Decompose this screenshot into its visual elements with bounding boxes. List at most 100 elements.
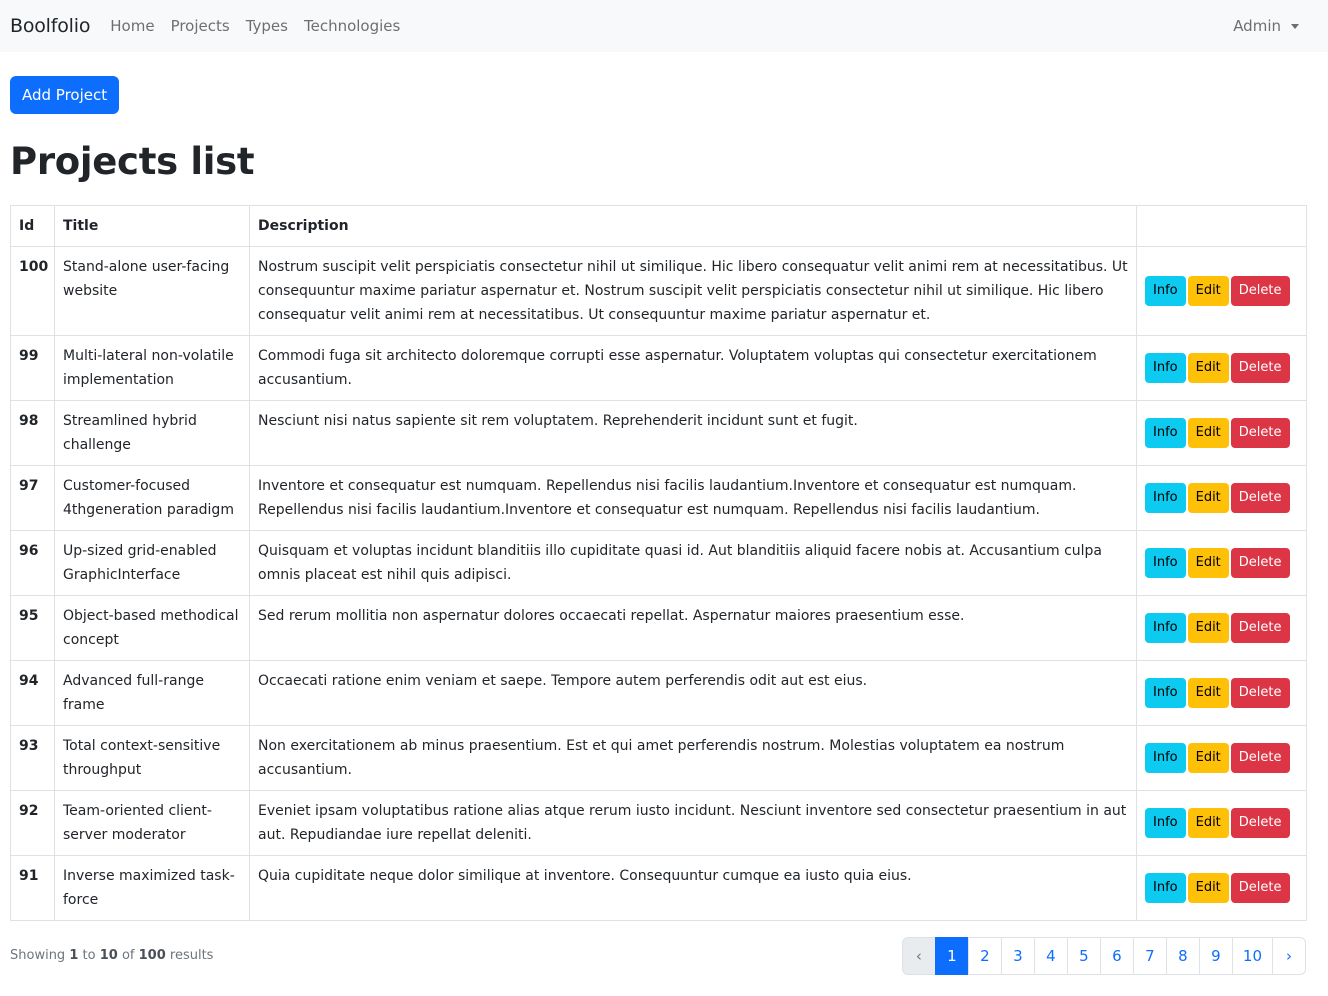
showing-of-word: of (121, 948, 135, 964)
project-description: Eveniet ipsam voluptatibus ratione alias… (249, 789, 1137, 856)
pagination-page[interactable]: 3 (1000, 936, 1035, 975)
pagination: ‹ 1 2 3 4 5 6 7 8 9 10 › (901, 936, 1306, 975)
project-title: Team-oriented client-server moderator (54, 789, 250, 856)
info-button[interactable]: Info (1145, 352, 1186, 383)
pagination-page[interactable]: 5 (1066, 936, 1101, 975)
project-title: Total context-sensitive throughput (54, 724, 250, 791)
project-id: 93 (10, 724, 55, 791)
brand-link[interactable]: Boolfolio (10, 15, 90, 37)
page-title: Projects list (10, 140, 255, 183)
delete-button[interactable]: Delete (1230, 742, 1290, 773)
nav-link-home[interactable]: Home (106, 17, 158, 35)
row-actions: Info Edit Delete (1136, 854, 1307, 921)
pagination-page[interactable]: 1 (934, 936, 969, 975)
column-header-id: Id (10, 204, 55, 247)
row-actions: Info Edit Delete (1136, 334, 1307, 401)
info-button[interactable]: Info (1145, 612, 1186, 643)
table-row: 97 Customer-focused 4thgeneration paradig… (10, 464, 1307, 531)
delete-button[interactable]: Delete (1230, 275, 1290, 306)
showing-to: 10 (99, 948, 118, 964)
edit-button[interactable]: Edit (1187, 742, 1229, 773)
top-navbar: Boolfolio Home Projects Types Technologi… (0, 0, 1328, 52)
pagination-page[interactable]: 4 (1033, 936, 1068, 975)
info-button[interactable]: Info (1145, 275, 1186, 306)
project-id: 98 (10, 399, 55, 466)
nav-link-projects[interactable]: Projects (167, 17, 234, 35)
row-actions: Info Edit Delete (1136, 399, 1307, 466)
info-button[interactable]: Info (1145, 807, 1186, 838)
delete-button[interactable]: Delete (1230, 417, 1290, 448)
pagination-next[interactable]: › (1272, 936, 1306, 975)
row-actions: Info Edit Delete (1136, 659, 1307, 726)
pagination-page[interactable]: 6 (1099, 936, 1134, 975)
results-summary: Showing 1 to 10 of 100 results (10, 948, 213, 963)
project-title: Up-sized grid-enabled GraphicInterface (54, 529, 250, 596)
edit-button[interactable]: Edit (1187, 677, 1229, 708)
column-header-description: Description (249, 204, 1137, 247)
table-row: 99 Multi-lateral non-volatile implementat… (10, 334, 1307, 401)
table-row: 93 Total context-sensitive throughput Non … (10, 724, 1307, 791)
pagination-page[interactable]: 9 (1198, 936, 1233, 975)
column-header-actions (1136, 204, 1307, 247)
nav-link-technologies[interactable]: Technologies (300, 17, 404, 35)
info-button[interactable]: Info (1145, 677, 1186, 708)
edit-button[interactable]: Edit (1187, 352, 1229, 383)
delete-button[interactable]: Delete (1230, 872, 1290, 903)
nav-link-types[interactable]: Types (242, 17, 292, 35)
project-id: 94 (10, 659, 55, 726)
delete-button[interactable]: Delete (1230, 352, 1290, 383)
project-id: 97 (10, 464, 55, 531)
row-actions: Info Edit Delete (1136, 529, 1307, 596)
project-title: Streamlined hybrid challenge (54, 399, 250, 466)
edit-button[interactable]: Edit (1187, 612, 1229, 643)
chevron-down-icon (1291, 23, 1299, 29)
project-id: 92 (10, 789, 55, 856)
table-row: 95 Object-based methodical concept Sed rer… (10, 594, 1307, 661)
user-dropdown[interactable]: Admin (1233, 17, 1299, 35)
project-description: Quia cupiditate neque dolor similique at… (249, 854, 1137, 921)
info-button[interactable]: Info (1145, 482, 1186, 513)
table-row: 96 Up-sized grid-enabled GraphicInterface… (10, 529, 1307, 596)
table-row: 100 Stand-alone user-facing website Nostru… (10, 245, 1307, 336)
pagination-page[interactable]: 10 (1231, 936, 1273, 975)
column-header-title: Title (54, 204, 250, 247)
project-title: Inverse maximized task-force (54, 854, 250, 921)
edit-button[interactable]: Edit (1187, 482, 1229, 513)
edit-button[interactable]: Edit (1187, 417, 1229, 448)
row-actions: Info Edit Delete (1136, 594, 1307, 661)
main-content: Add Project Projects list Id Title Descr… (0, 52, 1328, 975)
info-button[interactable]: Info (1145, 872, 1186, 903)
delete-button[interactable]: Delete (1230, 807, 1290, 838)
project-id: 99 (10, 334, 55, 401)
project-description: Occaecati ratione enim veniam et saepe. … (249, 659, 1137, 726)
pagination-prev[interactable]: ‹ (901, 936, 936, 975)
pagination-page[interactable]: 7 (1132, 936, 1167, 975)
pagination-page[interactable]: 2 (967, 936, 1002, 975)
project-title: Stand-alone user-facing website (54, 245, 250, 336)
table-row: 92 Team-oriented client-server moderator E… (10, 789, 1307, 856)
table-footer: Showing 1 to 10 of 100 results ‹ 1 2 3 4 5 6 7 8… (10, 936, 1306, 975)
showing-from: 1 (69, 948, 79, 964)
edit-button[interactable]: Edit (1187, 547, 1229, 578)
delete-button[interactable]: Delete (1230, 612, 1290, 643)
table-header-row: Id Title Description (10, 204, 1307, 247)
add-project-button[interactable]: Add Project (10, 76, 120, 114)
edit-button[interactable]: Edit (1187, 275, 1229, 306)
delete-button[interactable]: Delete (1230, 482, 1290, 513)
delete-button[interactable]: Delete (1230, 677, 1290, 708)
row-actions: Info Edit Delete (1136, 464, 1307, 531)
delete-button[interactable]: Delete (1230, 547, 1290, 578)
info-button[interactable]: Info (1145, 547, 1186, 578)
edit-button[interactable]: Edit (1187, 807, 1229, 838)
table-row: 91 Inverse maximized task-force Quia cupid… (10, 854, 1307, 921)
table-body: 100 Stand-alone user-facing website Nostru… (10, 245, 1307, 921)
project-title: Advanced full-range frame (54, 659, 250, 726)
showing-total: 100 (138, 948, 166, 964)
project-title: Customer-focused 4thgeneration paradigm (54, 464, 250, 531)
row-actions: Info Edit Delete (1136, 724, 1307, 791)
edit-button[interactable]: Edit (1187, 872, 1229, 903)
project-description: Nostrum suscipit velit perspiciatis cons… (249, 245, 1137, 336)
pagination-page[interactable]: 8 (1165, 936, 1200, 975)
info-button[interactable]: Info (1145, 417, 1186, 448)
info-button[interactable]: Info (1145, 742, 1186, 773)
